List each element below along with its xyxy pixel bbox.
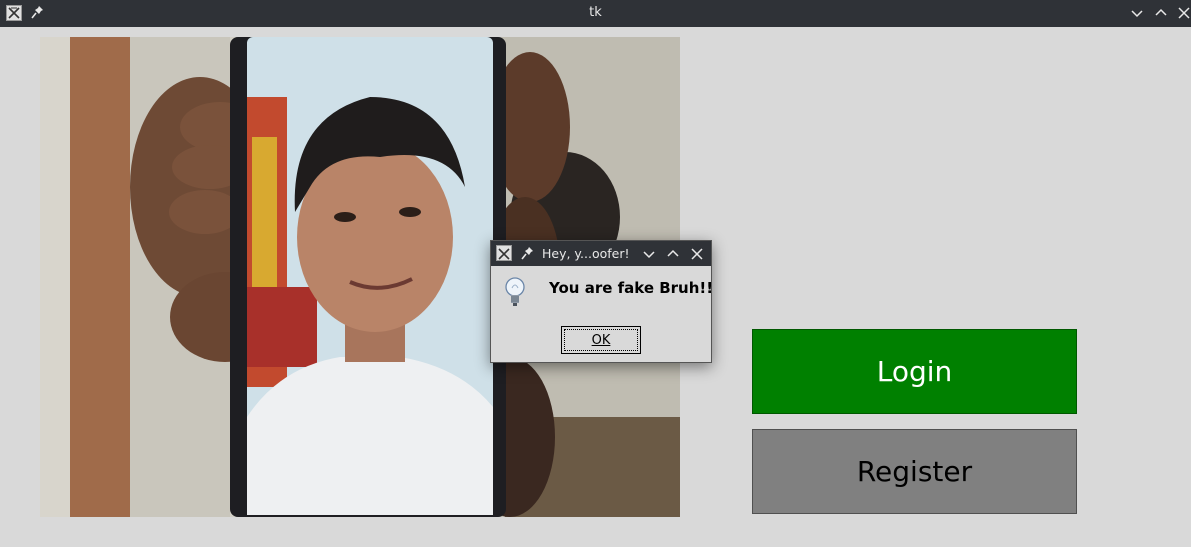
- window-title: tk: [589, 5, 602, 20]
- dialog-maximize-icon[interactable]: [666, 246, 680, 260]
- lightbulb-icon: [503, 276, 527, 308]
- dialog-pin-icon[interactable]: [521, 245, 535, 261]
- dialog-message: You are fake Bruh!!: [549, 279, 714, 297]
- dialog-titlebar: Hey, y...oofer!: [491, 241, 711, 266]
- login-button[interactable]: Login: [752, 329, 1077, 414]
- dialog-app-icon[interactable]: [496, 245, 512, 261]
- message-dialog: Hey, y...oofer! You are fake Bruh!! OK: [490, 240, 714, 363]
- dialog-close-icon[interactable]: [690, 246, 704, 260]
- ok-button[interactable]: OK: [561, 326, 641, 354]
- dialog-minimize-icon[interactable]: [642, 246, 656, 260]
- close-icon[interactable]: [1176, 5, 1191, 21]
- window-titlebar: tk: [0, 0, 1191, 27]
- dialog-title: Hey, y...oofer!: [542, 246, 630, 261]
- ok-button-label: OK: [591, 332, 611, 348]
- register-button[interactable]: Register: [752, 429, 1077, 514]
- maximize-icon[interactable]: [1153, 5, 1169, 21]
- minimize-icon[interactable]: [1129, 5, 1145, 21]
